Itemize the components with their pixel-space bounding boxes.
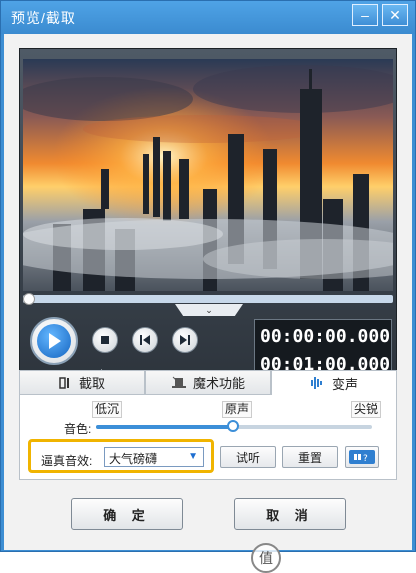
- ok-button[interactable]: 确 定: [71, 498, 183, 530]
- tone-label: 音色:: [64, 422, 92, 436]
- tone-slider-fill: [96, 425, 234, 429]
- reset-button[interactable]: 重置: [282, 446, 338, 468]
- tab-crop-label: 截取: [78, 376, 105, 391]
- seek-handle[interactable]: [23, 293, 35, 305]
- help-icon: ?: [349, 450, 375, 464]
- cancel-label: 取 消: [266, 507, 314, 523]
- tab-magic-label: 魔术功能: [192, 376, 245, 391]
- video-preview[interactable]: [23, 59, 393, 291]
- feature-tabs: 截取 魔术功能 变声: [19, 370, 397, 395]
- preview-listen-label: 试听: [235, 450, 260, 465]
- magic-hat-icon: [171, 376, 186, 388]
- tab-voice-label: 变声: [331, 376, 358, 392]
- next-frame-button[interactable]: [172, 327, 198, 353]
- tone-low-label: 低沉: [92, 401, 123, 418]
- cancel-button[interactable]: 取 消: [234, 498, 346, 530]
- play-icon: [37, 324, 71, 358]
- next-icon: [180, 335, 190, 345]
- effect-dropdown[interactable]: 大气磅礴 ▼: [104, 447, 204, 467]
- window-title: 预览/截取: [11, 10, 76, 26]
- watermark-logo-icon: 值: [251, 543, 281, 573]
- seek-bar[interactable]: [23, 293, 393, 305]
- title-bar[interactable]: 预览/截取 – ✕: [1, 1, 415, 34]
- dropdown-arrow-icon: ▼: [188, 451, 198, 462]
- svg-text:?: ?: [363, 454, 368, 463]
- collapse-toggle[interactable]: ⌄: [175, 304, 243, 316]
- window-client: ⌄ 00:00:00.000 00:01:00.000 截取 魔术功能 变声 低…: [4, 34, 412, 573]
- minimize-button[interactable]: –: [352, 4, 378, 26]
- video-player: ⌄ 00:00:00.000 00:01:00.000: [19, 48, 397, 393]
- minimize-icon: –: [361, 7, 369, 23]
- ok-label: 确 定: [103, 507, 151, 523]
- tab-crop[interactable]: 截取: [19, 370, 145, 395]
- tone-high-label: 尖锐: [351, 401, 382, 418]
- tab-magic[interactable]: 魔术功能: [145, 370, 271, 395]
- city-sunset-image: [23, 59, 393, 291]
- effect-value: 大气磅礴: [109, 452, 158, 466]
- tab-voice-change[interactable]: 变声: [271, 370, 397, 395]
- play-button[interactable]: [30, 317, 78, 365]
- tone-handle[interactable]: [227, 420, 239, 432]
- previous-frame-button[interactable]: [132, 327, 158, 353]
- tone-original-label: 原声: [222, 401, 253, 418]
- effect-label: 逼真音效:: [41, 454, 93, 468]
- close-button[interactable]: ✕: [382, 4, 408, 26]
- chevron-down-icon: ⌄: [205, 304, 213, 315]
- previous-icon: [140, 335, 150, 345]
- stop-button[interactable]: [92, 327, 118, 353]
- stop-icon: [101, 336, 109, 344]
- soundwave-icon: [310, 377, 322, 389]
- reset-label: 重置: [297, 450, 322, 465]
- close-icon: ✕: [389, 7, 401, 23]
- crop-icon: [59, 376, 69, 389]
- current-time: 00:00:00.000: [260, 326, 391, 347]
- help-button[interactable]: ?: [345, 446, 379, 468]
- preview-listen-button[interactable]: 试听: [220, 446, 276, 468]
- preview-window: 预览/截取 – ✕ ⌄ 00:00:00.000 00:01:00.000 截取…: [0, 0, 416, 573]
